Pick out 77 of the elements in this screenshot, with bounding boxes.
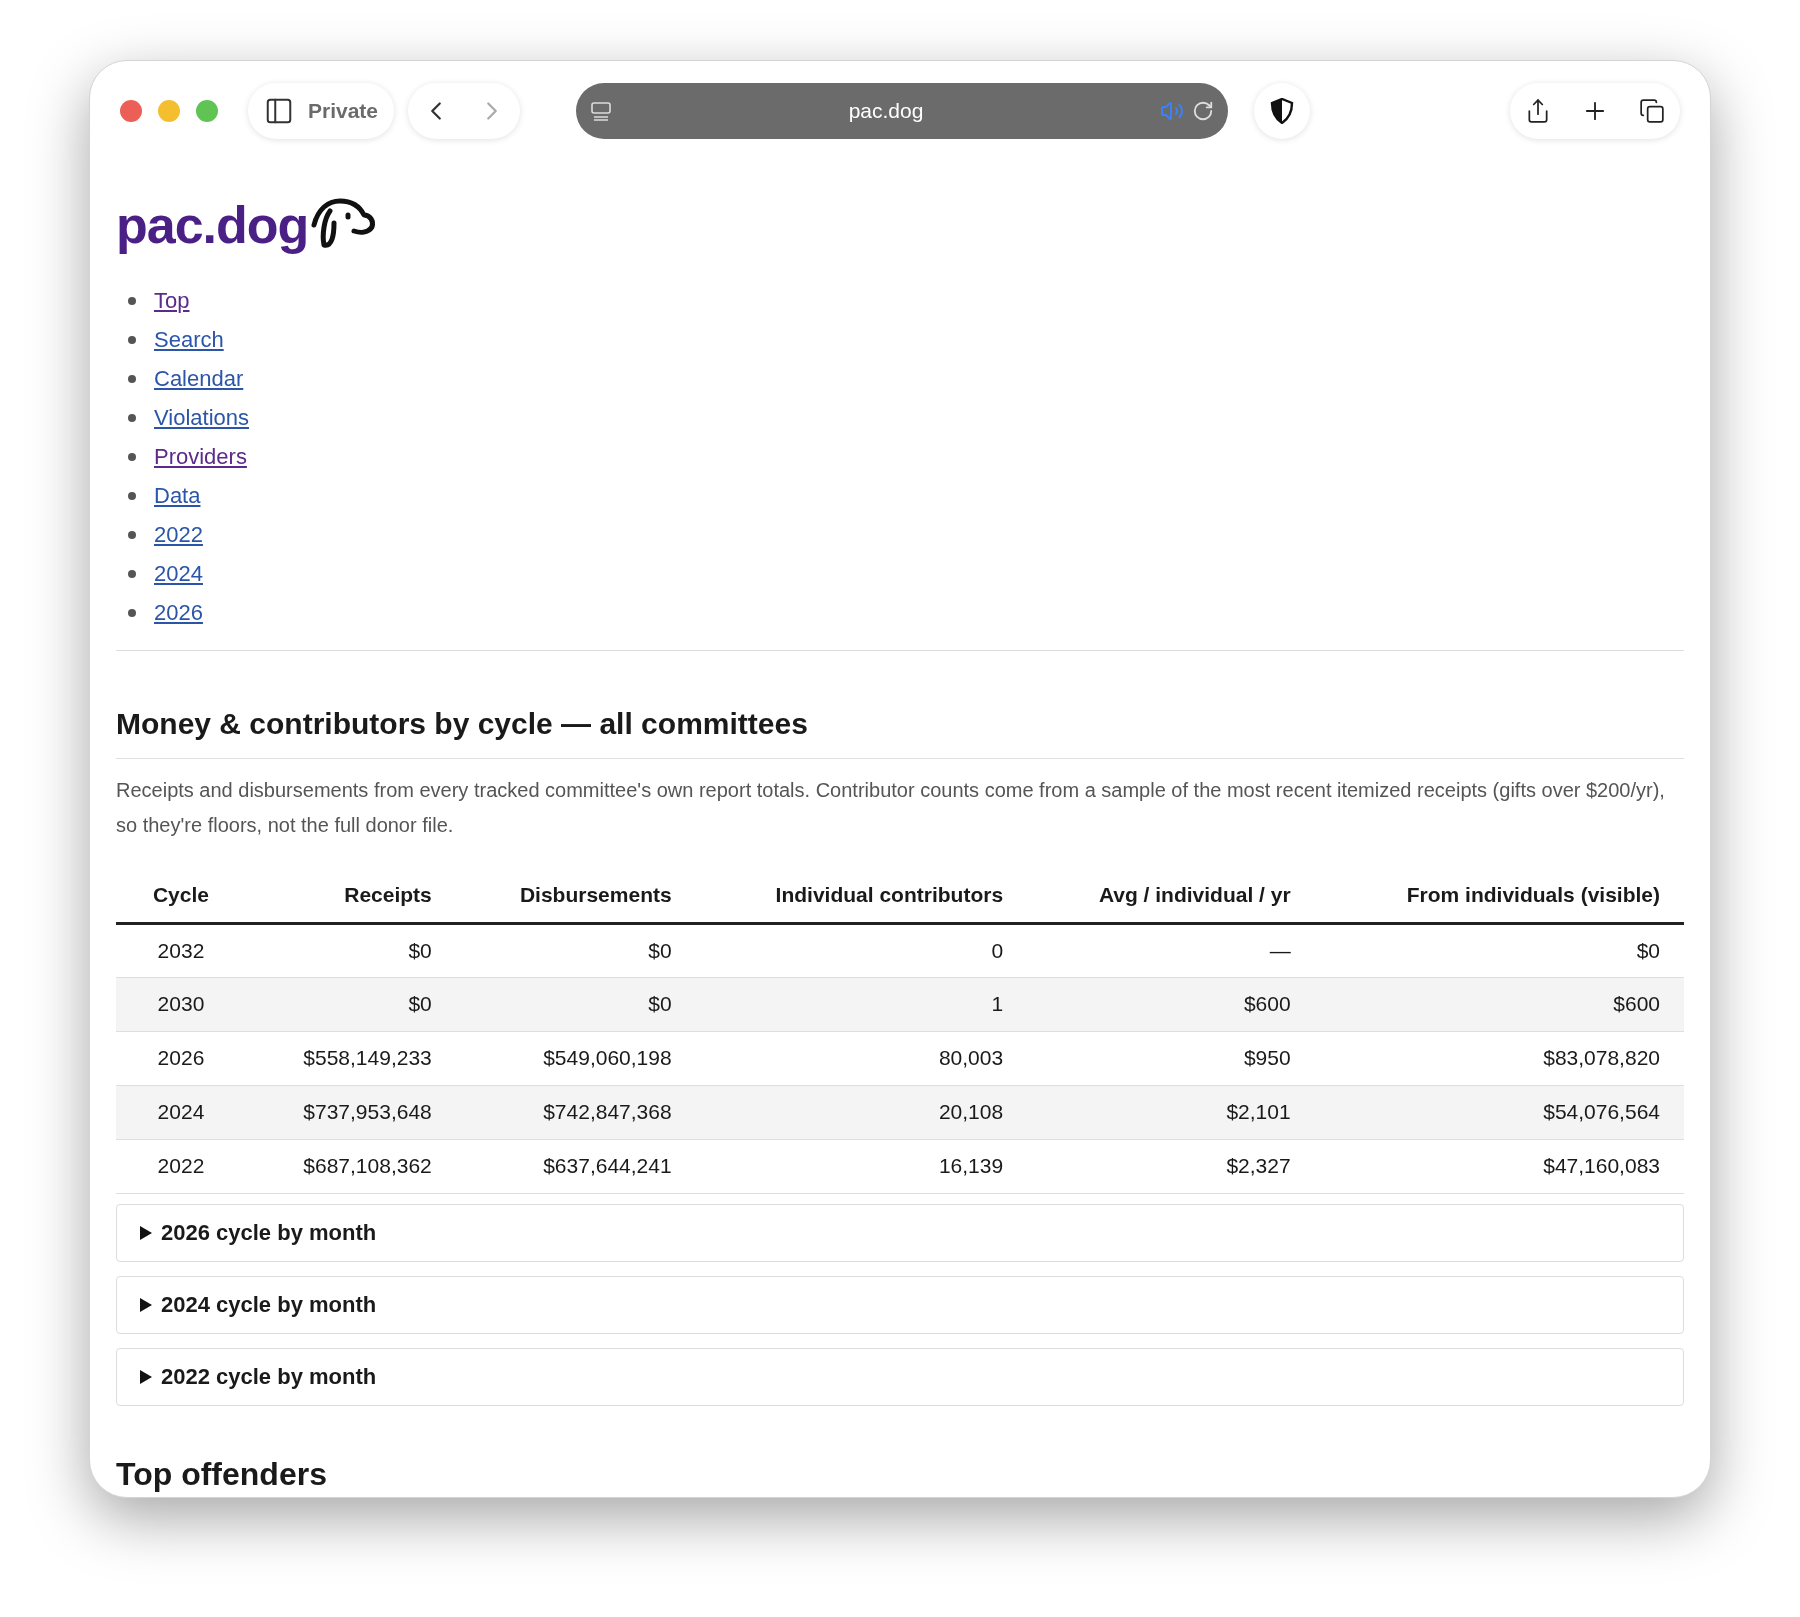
- caret-right-icon: [139, 1225, 153, 1240]
- bullet-icon: [128, 296, 136, 305]
- table-cell: $0: [1314, 923, 1684, 977]
- column-header: Individual contributors: [695, 867, 1028, 923]
- table-cell: $558,149,233: [245, 1031, 456, 1085]
- shield-button[interactable]: [1254, 83, 1311, 139]
- nav-link[interactable]: Top: [154, 284, 190, 317]
- table-cell: $83,078,820: [1314, 1031, 1684, 1085]
- table-cell: $600: [1027, 977, 1315, 1031]
- month-breakdown-summary[interactable]: 2024 cycle by month: [116, 1275, 1684, 1334]
- bullet-icon: [128, 608, 136, 617]
- share-icon[interactable]: [1525, 98, 1551, 124]
- column-header: From individuals (visible): [1314, 867, 1684, 923]
- section-heading: Top offenders: [116, 1457, 328, 1490]
- table-cell: $600: [1314, 977, 1684, 1031]
- table-cell: $2,327: [1027, 1139, 1315, 1193]
- table-cell: 2030: [116, 977, 246, 1031]
- table-cell: $47,160,083: [1314, 1139, 1684, 1193]
- table-cell: $950: [1027, 1031, 1315, 1085]
- table-cell: $637,644,241: [455, 1139, 696, 1193]
- table-cell: 1: [695, 977, 1028, 1031]
- sidebar-icon: [264, 96, 294, 126]
- bullet-icon: [128, 530, 136, 539]
- summary-label: 2026 cycle by month: [161, 1219, 377, 1247]
- section-heading: Money & contributors by cycle — all committees: [116, 701, 1684, 759]
- nav-link[interactable]: 2026: [154, 596, 203, 629]
- shield-icon: [1270, 98, 1295, 124]
- table-cell: 16,139: [695, 1139, 1028, 1193]
- month-breakdown-summary[interactable]: 2026 cycle by month: [116, 1203, 1684, 1262]
- summary-label: 2022 cycle by month: [161, 1363, 377, 1391]
- bullet-icon: [128, 569, 136, 578]
- bullet-icon: [128, 491, 136, 500]
- table-cell: $54,076,564: [1314, 1085, 1684, 1139]
- tabs-overview-icon[interactable]: [1639, 98, 1665, 124]
- table-cell: $0: [455, 923, 696, 977]
- bullet-icon: [128, 413, 136, 422]
- table-cell: $687,108,362: [245, 1139, 456, 1193]
- month-breakdown-summary[interactable]: 2022 cycle by month: [116, 1347, 1684, 1406]
- nav-link[interactable]: 2024: [154, 557, 203, 590]
- nav-link[interactable]: 2022: [154, 518, 203, 551]
- table-cell: $742,847,368: [455, 1085, 696, 1139]
- column-header: Disbursements: [455, 867, 696, 923]
- table-cell: $0: [245, 977, 456, 1031]
- section-description: Receipts and disbursements from every tracked committee's own report totals. Contributor counts come from a sample of the most recent itemized receipts (gifts over $200/yr), so they're floors, not the full donor file.: [116, 778, 1666, 838]
- address-bar[interactable]: pac.dog: [576, 83, 1229, 139]
- address-text: pac.dog: [847, 98, 925, 125]
- summary-label: 2024 cycle by month: [161, 1291, 377, 1319]
- sidebar-toggle-button[interactable]: Private: [248, 83, 395, 139]
- table-cell: 0: [695, 923, 1028, 977]
- bullet-icon: [128, 374, 136, 383]
- nav-link[interactable]: Calendar: [154, 362, 244, 395]
- caret-right-icon: [139, 1369, 153, 1384]
- reload-icon[interactable]: [1192, 100, 1215, 122]
- table-cell: $0: [245, 923, 456, 977]
- nav-link[interactable]: Search: [154, 323, 224, 356]
- column-header: Cycle: [116, 867, 246, 923]
- table-cell: $737,953,648: [245, 1085, 456, 1139]
- private-label: Private: [308, 98, 379, 125]
- table-cell: 2022: [116, 1139, 246, 1193]
- table-cell: —: [1027, 923, 1315, 977]
- table-cell: 2026: [116, 1031, 246, 1085]
- table-cell: $549,060,198: [455, 1031, 696, 1085]
- column-header: Receipts: [245, 867, 456, 923]
- caret-right-icon: [139, 1297, 153, 1312]
- nav-link[interactable]: Providers: [154, 440, 247, 473]
- column-header: Avg / individual / yr: [1027, 867, 1315, 923]
- bullet-icon: [128, 452, 136, 461]
- table-cell: $0: [455, 977, 696, 1031]
- page-menu-icon[interactable]: [590, 100, 613, 122]
- table-cell: 2032: [116, 923, 246, 977]
- table-cell: 2024: [116, 1085, 246, 1139]
- nav-link[interactable]: Violations: [154, 401, 249, 434]
- bullet-icon: [128, 335, 136, 344]
- table-cell: $2,101: [1027, 1085, 1315, 1139]
- nav-link[interactable]: Data: [154, 479, 201, 512]
- table-cell: 20,108: [695, 1085, 1028, 1139]
- table-cell: 80,003: [695, 1031, 1028, 1085]
